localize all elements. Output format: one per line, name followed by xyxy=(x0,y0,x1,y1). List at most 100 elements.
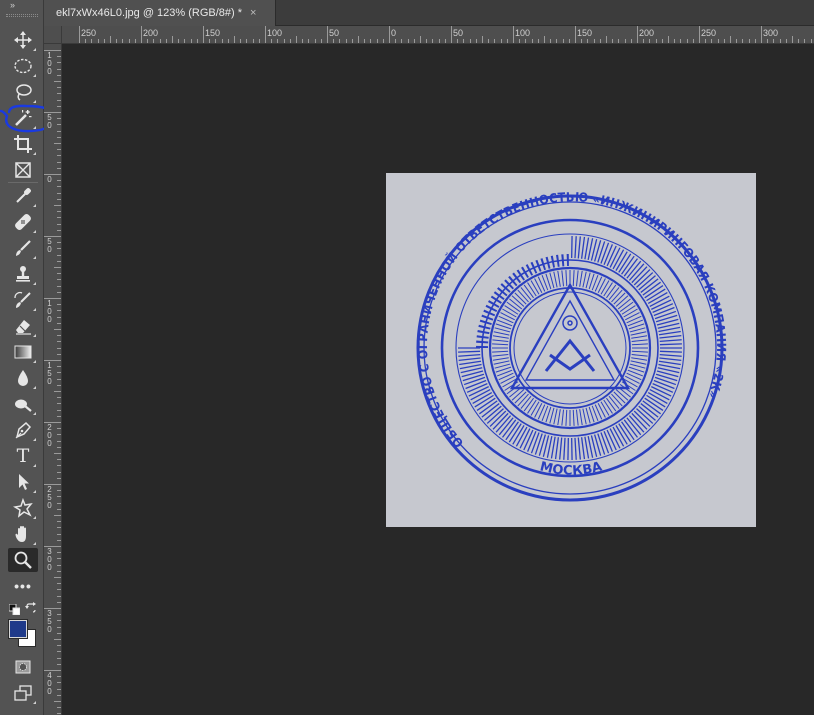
ruler-tick xyxy=(537,39,539,43)
gradient-tool[interactable] xyxy=(8,340,38,364)
ruler-tick xyxy=(265,26,266,43)
ruler-tick xyxy=(57,372,61,374)
default-colors-icon[interactable] xyxy=(9,604,20,615)
canvas-area[interactable]: ОБЩЕСТВО С ОГРАНИЧЕННОЙ ОТВЕТСТВЕННОСТЬЮ… xyxy=(62,44,814,715)
ruler-tick xyxy=(57,304,61,306)
ruler-tick xyxy=(57,273,61,275)
ruler-tick xyxy=(57,428,61,430)
ruler-tick xyxy=(57,211,61,213)
ruler-tick xyxy=(57,341,61,343)
ruler-tick xyxy=(500,39,502,43)
ruler-tick xyxy=(432,39,434,43)
ruler-tick xyxy=(57,279,61,281)
document-tab-title: ekl7xWx46L0.jpg @ 123% (RGB/8#) * xyxy=(56,7,243,19)
magic-wand-tool[interactable] xyxy=(8,106,38,130)
ruler-tick xyxy=(364,39,366,43)
ruler-tick xyxy=(57,397,61,399)
move-icon xyxy=(14,31,32,49)
swap-colors-icon[interactable] xyxy=(25,602,37,614)
ruler-tick xyxy=(754,39,756,43)
brush-tool[interactable] xyxy=(8,236,38,260)
ruler-origin[interactable] xyxy=(44,26,62,44)
ruler-tick xyxy=(85,39,87,43)
custom-shape-tool[interactable] xyxy=(8,496,38,520)
ruler-tick xyxy=(57,694,61,696)
ruler-tick xyxy=(57,521,61,523)
ruler-tick xyxy=(57,651,61,653)
ruler-tick xyxy=(717,39,719,43)
ruler-tick xyxy=(57,291,61,293)
ruler-tick xyxy=(240,39,242,43)
ruler-tick xyxy=(370,39,372,43)
hand-tool[interactable] xyxy=(8,522,38,546)
brush-icon xyxy=(16,240,31,256)
ruler-tick xyxy=(57,322,61,324)
type-tool[interactable]: T xyxy=(8,444,38,468)
edit-toolbar-button[interactable]: ••• xyxy=(8,574,38,598)
ruler-label: 200 xyxy=(47,423,52,448)
ruler-tick xyxy=(57,161,61,163)
ruler-tick xyxy=(57,533,61,535)
history-brush-tool[interactable] xyxy=(8,288,38,312)
ruler-tick xyxy=(57,434,61,436)
ruler-tick xyxy=(54,453,61,454)
ruler-tick xyxy=(57,552,61,554)
vertical-ruler[interactable]: 100 50 0 50 100 150 200 250 300 350 400 xyxy=(44,44,62,715)
clone-stamp-tool[interactable] xyxy=(8,262,38,286)
ruler-tick xyxy=(57,713,61,715)
eyedropper-tool[interactable] xyxy=(8,184,38,208)
ruler-tick xyxy=(686,39,688,43)
eraser-tool[interactable] xyxy=(8,314,38,338)
panel-grip[interactable] xyxy=(6,14,38,17)
ruler-tick xyxy=(134,39,136,43)
healing-brush-tool[interactable] xyxy=(8,210,38,234)
ruler-label: 50 xyxy=(47,113,52,130)
collapse-panel-icon[interactable]: ›› xyxy=(10,0,15,10)
ruler-tick xyxy=(252,39,254,43)
ruler-tick xyxy=(57,440,61,442)
frame-tool[interactable] xyxy=(8,158,38,182)
move-tool[interactable] xyxy=(8,28,38,52)
ruler-tick xyxy=(277,39,279,43)
ruler-tick xyxy=(655,39,657,43)
zoom-tool[interactable] xyxy=(8,548,38,572)
ruler-tick xyxy=(661,39,663,43)
ruler-tick xyxy=(57,248,61,250)
pen-nib-icon xyxy=(15,421,32,439)
ruler-tick xyxy=(57,626,61,628)
ruler-tick xyxy=(57,198,61,200)
foreground-color-swatch[interactable] xyxy=(8,619,28,639)
crop-tool[interactable] xyxy=(8,132,38,156)
screen-mode-button[interactable] xyxy=(8,681,38,705)
ruler-tick xyxy=(389,26,390,43)
lasso-tool[interactable] xyxy=(8,80,38,104)
ruler-tick xyxy=(382,39,384,43)
ruler-label: 100 xyxy=(515,28,531,38)
dodge-tool[interactable] xyxy=(8,392,38,416)
ruler-tick xyxy=(339,39,341,43)
ruler-tick xyxy=(575,26,576,43)
quick-mask-mode-button[interactable] xyxy=(8,655,38,679)
ruler-tick xyxy=(792,36,793,43)
ruler-tick xyxy=(258,39,260,43)
pen-tool[interactable] xyxy=(8,418,38,442)
document-image[interactable]: ОБЩЕСТВО С ОГРАНИЧЕННОЙ ОТВЕТСТВЕННОСТЬЮ… xyxy=(386,173,756,527)
ruler-tick xyxy=(57,707,61,709)
ruler-tick xyxy=(57,409,61,411)
document-tab[interactable]: ekl7xWx46L0.jpg @ 123% (RGB/8#) * × xyxy=(44,0,276,26)
ruler-tick xyxy=(246,39,248,43)
ruler-tick xyxy=(333,39,335,43)
ruler-tick xyxy=(513,26,514,43)
close-tab-icon[interactable]: × xyxy=(250,7,256,19)
blur-tool[interactable] xyxy=(8,366,38,390)
horizontal-ruler[interactable]: 250 200 150 100 50 0 50 100 150 200 250 300 xyxy=(62,26,814,44)
ruler-tick xyxy=(54,143,61,144)
path-selection-tool[interactable] xyxy=(8,470,38,494)
ruler-tick xyxy=(57,558,61,560)
ruler-tick xyxy=(668,36,669,43)
elliptical-marquee-tool[interactable] xyxy=(8,54,38,78)
ruler-tick xyxy=(57,477,61,479)
ruler-tick xyxy=(482,36,483,43)
ruler-tick xyxy=(110,36,111,43)
ruler-tick xyxy=(711,39,713,43)
